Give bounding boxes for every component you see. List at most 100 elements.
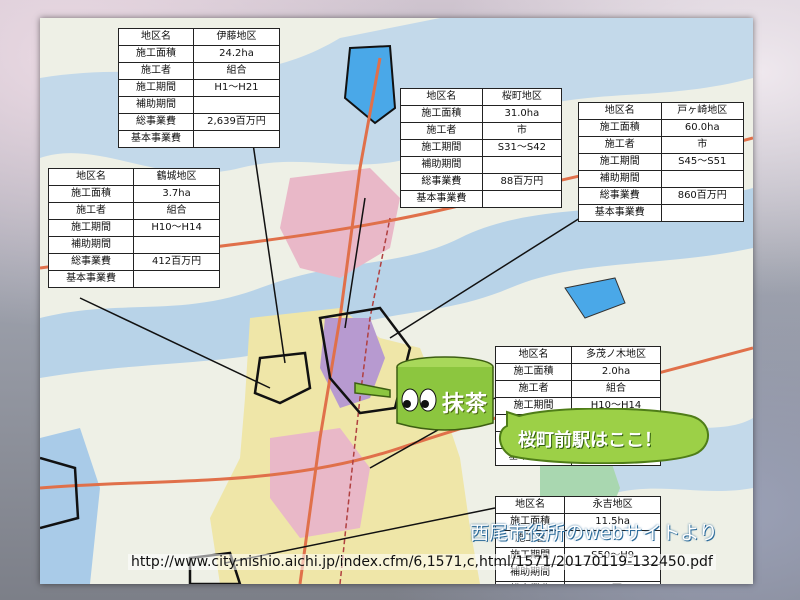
row-value: S45～S51 bbox=[660, 153, 744, 171]
row-value: 24.2ha bbox=[193, 45, 280, 63]
table-row: 地区名 戸ヶ崎地区 bbox=[578, 102, 744, 120]
info-table-sakuramachi: 地区名 桜町地区 施工面積 31.0ha 施工者市施工期間 S31～S42 補助期間 総事業費… bbox=[400, 88, 563, 208]
row-key: 基本事業費 bbox=[47, 270, 135, 288]
table-row: 施工面積 3.7ha bbox=[47, 185, 220, 203]
table-row: 補助期間 bbox=[400, 156, 563, 174]
row-value: 伊藤地区 bbox=[193, 28, 280, 46]
row-value: 組合 bbox=[571, 380, 661, 398]
row-value: 2,639百万円 bbox=[193, 113, 280, 131]
row-key: 総事業費 bbox=[578, 187, 662, 205]
table-row: 施工者 組合 bbox=[118, 62, 280, 80]
table-row: 総事業費 2,639百万円 bbox=[118, 113, 280, 131]
table-row: 地区名 多茂ノ木地区 bbox=[494, 346, 661, 364]
row-key: 補助期間 bbox=[47, 236, 135, 254]
table-row: 基本事業費 bbox=[118, 130, 280, 148]
row-key: 地区名 bbox=[494, 346, 573, 364]
table-row: 基本事業費 bbox=[578, 204, 744, 222]
row-value: 88百万円 bbox=[481, 173, 563, 191]
table-row: 施工期間 H10～H14 bbox=[47, 219, 220, 237]
row-key: 施工面積 bbox=[494, 363, 573, 381]
row-key: 総事業費 bbox=[118, 113, 194, 131]
row-key: 施工面積 bbox=[47, 185, 135, 203]
row-key: 施工者 bbox=[47, 202, 135, 220]
row-key: 施工期間 bbox=[47, 219, 135, 237]
row-key: 基本事業費 bbox=[578, 204, 662, 222]
table-row: 施工期間 S45～S51 bbox=[578, 153, 744, 171]
row-value bbox=[133, 270, 220, 288]
table-row: 地区名 永吉地区 bbox=[494, 496, 661, 514]
row-value: H10～H14 bbox=[133, 219, 220, 237]
mascot-label: 抹茶 bbox=[442, 392, 489, 417]
row-value bbox=[193, 130, 280, 148]
row-key: 基本事業費 bbox=[118, 130, 194, 148]
table-row: 基本事業費 bbox=[47, 270, 220, 288]
row-key: 補助期間 bbox=[118, 96, 194, 114]
info-table-itou: 地区名 伊藤地区 施工面積 24.2ha 施工者 組合 施工期間 H1～H21 補助期間 総事業費… bbox=[118, 28, 280, 148]
row-value: 永吉地区 bbox=[564, 496, 661, 514]
land-readjustment-map: 地区名 伊藤地区 施工面積 24.2ha 施工者 組合 施工期間 H1～H21 補助期間 総事業費… bbox=[40, 18, 753, 584]
row-value: 多茂ノ木地区 bbox=[571, 346, 661, 364]
table-row: 総事業費1,013百万円 bbox=[494, 581, 661, 584]
row-value: 鶴城地区 bbox=[133, 168, 220, 186]
table-row: 補助期間 bbox=[578, 170, 744, 188]
row-value bbox=[133, 236, 220, 254]
row-key: 地区名 bbox=[47, 168, 135, 186]
mascot-eye-right bbox=[419, 388, 437, 412]
row-value: H1～H21 bbox=[193, 79, 280, 97]
row-key: 地区名 bbox=[400, 88, 483, 106]
table-row: 総事業費 860百万円 bbox=[578, 187, 744, 205]
table-row: 総事業費 412百万円 bbox=[47, 253, 220, 271]
row-key: 総事業費 bbox=[47, 253, 135, 271]
row-value: 60.0ha bbox=[660, 119, 744, 137]
row-key: 施工面積 bbox=[400, 105, 483, 123]
row-value bbox=[481, 190, 563, 208]
mascot-pupil-right bbox=[421, 400, 429, 408]
table-row: 地区名 鶴城地区 bbox=[47, 168, 220, 186]
row-value: 1,013百万円 bbox=[564, 581, 661, 584]
row-key: 施工期間 bbox=[118, 79, 194, 97]
table-row: 施工期間 S31～S42 bbox=[400, 139, 563, 157]
table-row: 施工面積 31.0ha bbox=[400, 105, 563, 123]
row-value bbox=[660, 170, 744, 188]
row-value: 3.7ha bbox=[133, 185, 220, 203]
info-table-togasaki: 地区名 戸ヶ崎地区 施工面積 60.0ha 施工者市施工期間 S45～S51 補助期間 総事業… bbox=[578, 102, 744, 222]
row-key: 総事業費 bbox=[494, 581, 566, 584]
row-value bbox=[481, 156, 563, 174]
source-url: http://www.city.nishio.aichi.jp/index.cf… bbox=[128, 554, 716, 570]
row-key: 総事業費 bbox=[400, 173, 483, 191]
row-key: 施工面積 bbox=[578, 119, 662, 137]
row-key: 地区名 bbox=[494, 496, 566, 514]
info-table-tsurugi: 地区名 鶴城地区 施工面積 3.7ha 施工者 組合 施工期間 H10～H14 補助期間 総事業費… bbox=[47, 168, 220, 288]
source-caption: 西尾市役所のwebサイトより bbox=[470, 522, 718, 544]
table-row: 施工者 組合 bbox=[47, 202, 220, 220]
row-key: 施工期間 bbox=[400, 139, 483, 157]
table-row: 施工者市 bbox=[400, 122, 563, 140]
row-key: 補助期間 bbox=[400, 156, 483, 174]
row-key: 施工期間 bbox=[578, 153, 662, 171]
table-row: 施工期間 H1～H21 bbox=[118, 79, 280, 97]
row-value: 860百万円 bbox=[660, 187, 744, 205]
row-value: 桜町地区 bbox=[481, 88, 563, 106]
table-row: 補助期間 bbox=[47, 236, 220, 254]
row-key: 施工者 bbox=[494, 380, 573, 398]
mascot-eye-left bbox=[401, 388, 419, 412]
table-row: 地区名 桜町地区 bbox=[400, 88, 563, 106]
row-key: 地区名 bbox=[118, 28, 194, 46]
row-value: 412百万円 bbox=[133, 253, 220, 271]
row-key: 補助期間 bbox=[578, 170, 662, 188]
row-value bbox=[193, 96, 280, 114]
table-row: 施工者市 bbox=[578, 136, 744, 154]
table-row: 総事業費 88百万円 bbox=[400, 173, 563, 191]
table-row: 地区名 伊藤地区 bbox=[118, 28, 280, 46]
mascot-pupil-left bbox=[403, 400, 411, 408]
row-value: 市 bbox=[660, 136, 744, 154]
row-value: 市 bbox=[481, 122, 563, 140]
row-key: 施工者 bbox=[578, 136, 662, 154]
row-value: 31.0ha bbox=[481, 105, 563, 123]
row-value: 2.0ha bbox=[571, 363, 661, 381]
row-key: 地区名 bbox=[578, 102, 662, 120]
table-row: 補助期間 bbox=[118, 96, 280, 114]
table-row: 基本事業費 bbox=[400, 190, 563, 208]
row-value: 組合 bbox=[133, 202, 220, 220]
row-key: 施工者 bbox=[118, 62, 194, 80]
